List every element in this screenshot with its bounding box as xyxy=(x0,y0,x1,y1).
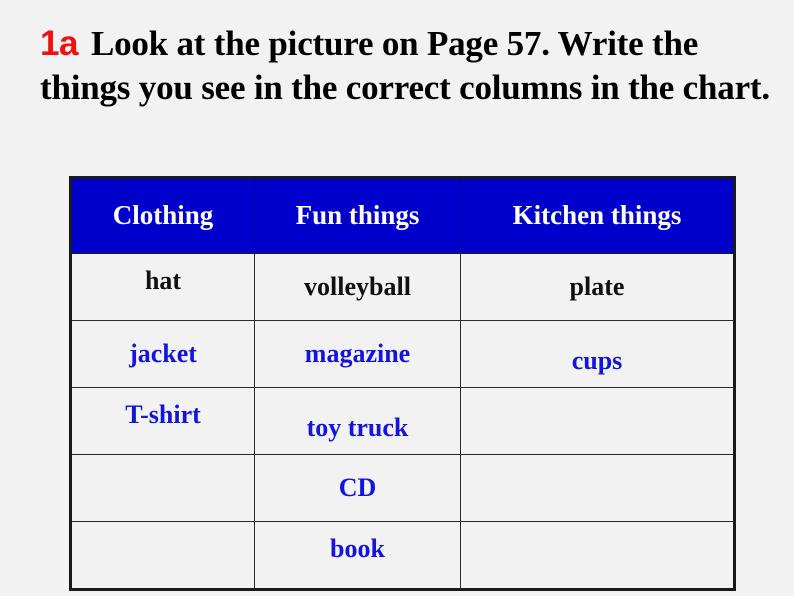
instruction-text: Look at the picture on Page 57. Write th… xyxy=(40,24,770,107)
cell-clothing-2[interactable]: jacket xyxy=(70,320,255,388)
cell-text: toy truck xyxy=(306,413,409,442)
cell-fun-4[interactable]: CD xyxy=(254,454,461,522)
cell-kitchen-1[interactable]: plate xyxy=(460,252,735,321)
column-header-kitchen-things: Kitchen things xyxy=(460,177,735,254)
cell-clothing-3[interactable]: T-shirt xyxy=(70,387,255,455)
cell-text: jacket xyxy=(129,339,197,368)
cell-text: volleyball xyxy=(304,272,411,301)
cell-clothing-5[interactable] xyxy=(70,521,255,590)
chart-container: Clothing Fun things Kitchen things hat v… xyxy=(69,176,736,591)
column-header-fun-things: Fun things xyxy=(254,177,461,254)
column-header-clothing: Clothing xyxy=(70,177,255,254)
table-row: book xyxy=(70,521,735,590)
cell-text: T-shirt xyxy=(125,400,201,429)
cell-fun-5[interactable]: book xyxy=(254,521,461,590)
page-title: 1a Look at the picture on Page 57. Write … xyxy=(40,22,788,110)
cell-kitchen-3[interactable] xyxy=(460,387,735,455)
cell-text: CD xyxy=(338,473,377,502)
cell-text: magazine xyxy=(304,339,411,368)
cell-text: cups xyxy=(571,346,623,375)
exercise-number-label: 1a xyxy=(40,24,78,63)
table-row: T-shirt toy truck xyxy=(70,387,735,455)
cell-kitchen-5[interactable] xyxy=(460,521,735,590)
cell-clothing-1[interactable]: hat xyxy=(70,252,255,321)
table-header-row: Clothing Fun things Kitchen things xyxy=(70,177,735,254)
table-row: hat volleyball plate xyxy=(70,252,735,321)
cell-text: plate xyxy=(569,272,625,301)
cell-fun-1[interactable]: volleyball xyxy=(254,252,461,321)
cell-clothing-4[interactable] xyxy=(70,454,255,522)
cell-fun-2[interactable]: magazine xyxy=(254,320,461,388)
table-row: jacket magazine cups xyxy=(70,320,735,388)
cell-kitchen-2[interactable]: cups xyxy=(460,320,735,388)
slide-canvas: 1a Look at the picture on Page 57. Write … xyxy=(0,0,794,596)
categories-chart-table: Clothing Fun things Kitchen things hat v… xyxy=(69,176,736,591)
cell-text: hat xyxy=(144,266,182,295)
cell-fun-3[interactable]: toy truck xyxy=(254,387,461,455)
cell-text: book xyxy=(330,534,385,563)
table-row: CD xyxy=(70,454,735,522)
cell-kitchen-4[interactable] xyxy=(460,454,735,522)
